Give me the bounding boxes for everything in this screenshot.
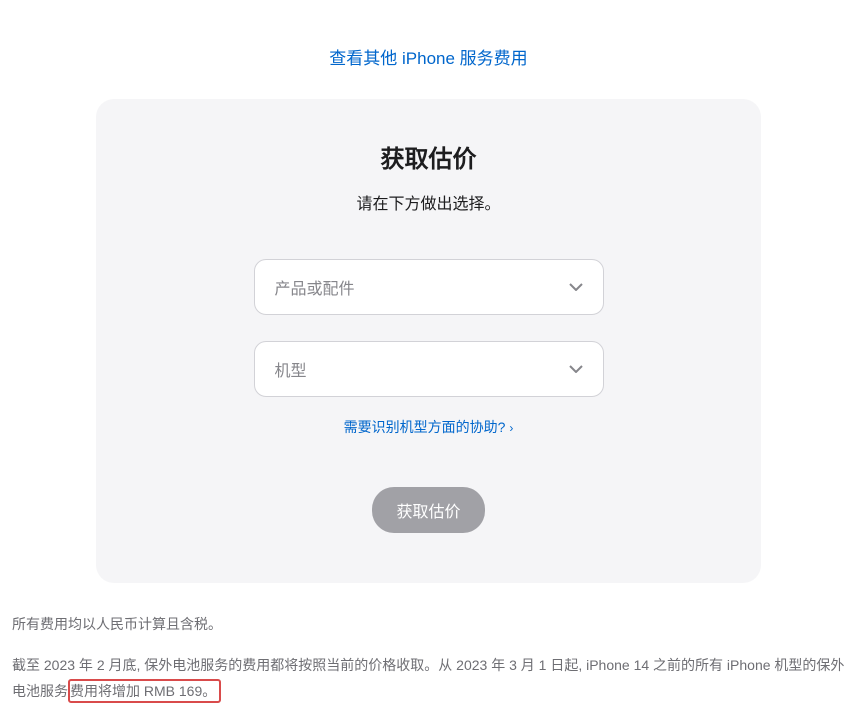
view-other-services-link[interactable]: 查看其他 iPhone 服务费用 [329, 49, 527, 68]
product-select-wrapper: 产品或配件 [254, 259, 604, 315]
chevron-down-icon [569, 283, 583, 291]
model-select[interactable]: 机型 [254, 341, 604, 397]
identify-model-help-link[interactable]: 需要识别机型方面的协助?› [344, 419, 514, 435]
help-link-wrapper: 需要识别机型方面的协助?› [146, 417, 711, 437]
submit-wrapper: 获取估价 [146, 487, 711, 533]
footer-line-2: 截至 2023 年 2 月底, 保外电池服务的费用都将按照当前的价格收取。从 2… [12, 652, 845, 705]
card-subtitle: 请在下方做出选择。 [146, 190, 711, 214]
model-select-wrapper: 机型 [254, 341, 604, 397]
chevron-right-icon: › [509, 421, 513, 435]
get-estimate-button[interactable]: 获取估价 [372, 487, 484, 533]
footer-line-2-highlight: 费用将增加 RMB 169。 [68, 679, 221, 703]
top-link-wrapper: 查看其他 iPhone 服务费用 [0, 0, 857, 99]
footer-line-1: 所有费用均以人民币计算且含税。 [12, 611, 845, 638]
product-select[interactable]: 产品或配件 [254, 259, 604, 315]
chevron-down-icon [569, 365, 583, 373]
model-select-placeholder: 机型 [275, 357, 307, 381]
help-link-label: 需要识别机型方面的协助? [344, 419, 506, 435]
product-select-placeholder: 产品或配件 [275, 275, 355, 299]
card-title: 获取估价 [146, 139, 711, 174]
footer-text: 所有费用均以人民币计算且含税。 截至 2023 年 2 月底, 保外电池服务的费… [0, 583, 857, 705]
estimate-card: 获取估价 请在下方做出选择。 产品或配件 机型 [96, 99, 761, 583]
